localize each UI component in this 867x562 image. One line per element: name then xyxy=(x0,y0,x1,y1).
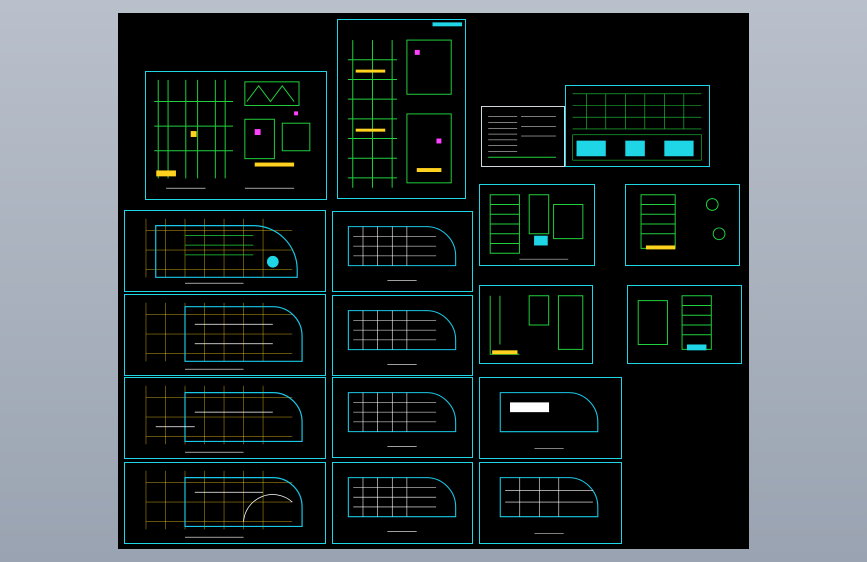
sheet-details-a[interactable] xyxy=(145,71,327,200)
sheet-elevation-4[interactable] xyxy=(627,285,742,364)
sheet-elevation-3-drawing xyxy=(489,295,584,355)
sheet-roof-plan-1-drawing xyxy=(499,392,599,449)
sheet-plan-large-3-drawing xyxy=(145,385,303,453)
sheet-plan-large-4-drawing xyxy=(145,470,303,538)
sheet-roof-plan-2-drawing xyxy=(499,477,599,534)
sheet-schedule-drawing xyxy=(572,93,702,161)
sheet-elevation-1[interactable] xyxy=(479,184,595,266)
sheet-plan-small-4-drawing xyxy=(347,477,457,532)
sheet-plan-small-3[interactable] xyxy=(332,377,473,458)
sheet-schedule[interactable] xyxy=(565,85,710,167)
sheet-elevation-3[interactable] xyxy=(479,285,593,364)
sheet-plan-small-2[interactable] xyxy=(332,295,473,376)
sheet-notes-drawing xyxy=(488,116,556,158)
sheet-elevation-2-drawing xyxy=(640,194,726,250)
sheet-roof-plan-2[interactable] xyxy=(479,462,622,544)
sheet-details-a-drawing xyxy=(154,79,311,189)
sheet-roof-plan-1[interactable] xyxy=(479,377,622,459)
sheet-plan-large-1[interactable] xyxy=(124,210,326,292)
sheet-elevation-4-drawing xyxy=(637,295,712,351)
sheet-notes[interactable] xyxy=(481,106,565,167)
sheet-plan-small-4[interactable] xyxy=(332,462,473,544)
sheet-elevation-1-drawing xyxy=(489,194,584,260)
sheet-plan-large-3[interactable] xyxy=(124,377,326,459)
sheet-plan-small-3-drawing xyxy=(347,392,457,447)
sheet-plan-large-4[interactable] xyxy=(124,462,326,544)
sheet-sections[interactable] xyxy=(337,19,466,199)
sheet-sections-drawing xyxy=(347,22,463,188)
sheet-plan-small-1-drawing xyxy=(347,226,457,281)
sheet-plan-large-2[interactable] xyxy=(124,294,326,376)
cad-drawing-canvas[interactable] xyxy=(118,13,749,549)
sheet-plan-small-2-drawing xyxy=(347,310,457,365)
sheet-plan-large-1-drawing xyxy=(145,218,298,284)
sheet-plan-large-2-drawing xyxy=(145,302,303,370)
sheet-plan-small-1[interactable] xyxy=(332,211,473,292)
sheet-elevation-2[interactable] xyxy=(625,184,740,266)
